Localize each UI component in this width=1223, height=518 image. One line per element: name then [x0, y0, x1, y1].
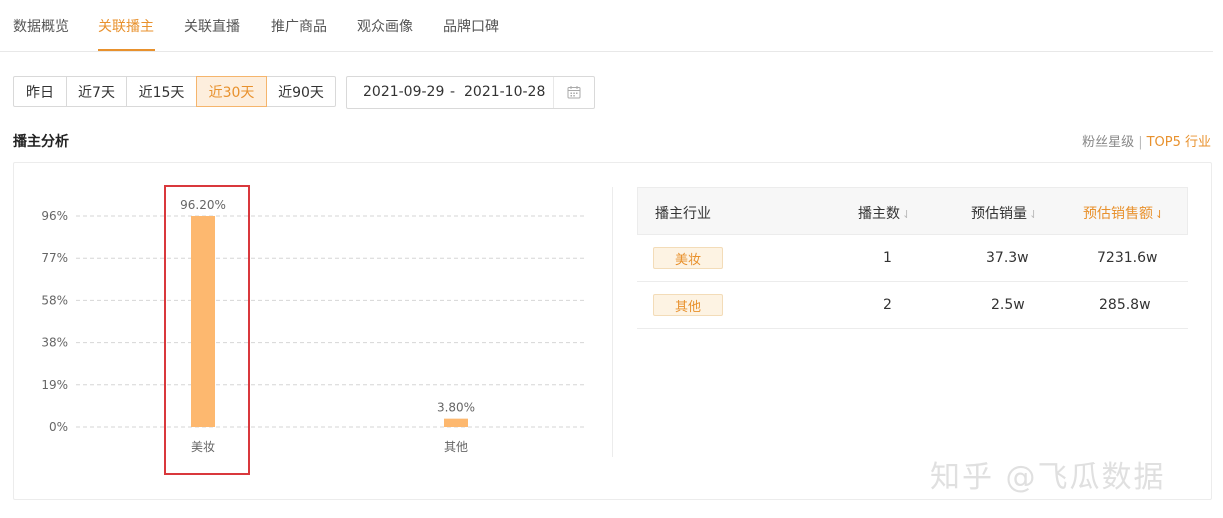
sort-down-icon[interactable]: ⇃ — [1155, 208, 1164, 221]
y-tick-label: 0% — [49, 420, 68, 434]
sort-down-icon[interactable]: ⇃ — [902, 208, 911, 221]
x-tick-label: 其他 — [444, 440, 468, 454]
table-header: 播主行业 播主数 ⇃ 预估销量 ⇃ 预估销售额 ⇃ — [637, 187, 1188, 235]
watermark-text: 知乎 @飞瓜数据 — [930, 460, 1166, 495]
section-links: 粉丝星级 | TOP5 行业 — [1082, 131, 1211, 150]
nav-tabs: 数据概览 关联播主 关联直播 推广商品 观众画像 品牌口碑 — [0, 0, 1213, 52]
date-start[interactable]: 2021-09-29 — [363, 84, 444, 100]
tab-promoted-products[interactable]: 推广商品 — [271, 16, 327, 36]
streamer-analysis-panel: 96% 77% 58% 38% 19% 0% 96.20% 美妆 3.80% 其他 播主行业 播主… — [13, 162, 1212, 500]
table-row: 其他 2 2.5w 285.8w — [637, 282, 1188, 329]
industry-bar-chart: 96% 77% 58% 38% 19% 0% 96.20% 美妆 3.80% 其他 — [14, 163, 612, 499]
row-volume: 2.5w — [991, 297, 1025, 313]
range-yesterday-button[interactable]: 昨日 — [13, 76, 67, 107]
header-sales-label: 预估销售额 — [1083, 206, 1153, 222]
header-count-label: 播主数 — [858, 206, 900, 222]
header-count[interactable]: 播主数 ⇃ — [858, 203, 911, 223]
row-sales: 285.8w — [1099, 297, 1151, 313]
row-count: 2 — [883, 297, 892, 313]
y-tick-label: 19% — [41, 378, 68, 392]
range-90d-button[interactable]: 近90天 — [266, 76, 336, 107]
sort-down-icon[interactable]: ⇃ — [1029, 208, 1038, 221]
header-volume[interactable]: 预估销量 ⇃ — [971, 203, 1038, 223]
bar — [444, 418, 468, 427]
row-volume: 37.3w — [986, 250, 1029, 266]
date-end[interactable]: 2021-10-28 — [464, 84, 545, 100]
range-7d-button[interactable]: 近7天 — [66, 76, 127, 107]
header-volume-label: 预估销量 — [971, 206, 1027, 222]
row-count: 1 — [883, 250, 892, 266]
tab-brand-reputation[interactable]: 品牌口碑 — [443, 16, 499, 36]
industry-table: 播主行业 播主数 ⇃ 预估销量 ⇃ 预估销售额 ⇃ 美妆 1 37.3w 7231.6… — [637, 187, 1188, 329]
date-separator: - — [450, 84, 456, 100]
date-picker-divider — [553, 77, 554, 108]
y-tick-label: 58% — [41, 293, 68, 307]
header-industry: 播主行业 — [655, 206, 711, 222]
calendar-icon[interactable] — [567, 85, 581, 99]
data-label: 3.80% — [437, 401, 475, 415]
panel-divider — [612, 187, 613, 457]
y-tick-label: 96% — [41, 209, 68, 223]
tab-overview[interactable]: 数据概览 — [13, 16, 69, 36]
tab-related-lives[interactable]: 关联直播 — [184, 16, 240, 36]
industry-tag: 其他 — [653, 294, 723, 316]
industry-tag: 美妆 — [653, 247, 723, 269]
date-range-selector: 昨日 近7天 近15天 近30天 近90天 — [13, 76, 336, 107]
tab-related-streamers[interactable]: 关联播主 — [98, 16, 154, 36]
tab-audience-profile[interactable]: 观众画像 — [357, 16, 413, 36]
active-tab-indicator — [98, 49, 155, 51]
date-picker[interactable]: 2021-09-29 - 2021-10-28 — [346, 76, 595, 109]
top5-industry-link[interactable]: TOP5 行业 — [1147, 135, 1211, 150]
section-title: 播主分析 — [13, 134, 69, 150]
chart-canvas: 96%77%58%38%19%0%96.20%美妆3.80%其他 — [41, 198, 584, 454]
y-tick-label: 38% — [41, 336, 68, 350]
header-sales[interactable]: 预估销售额 ⇃ — [1083, 203, 1164, 223]
range-15d-button[interactable]: 近15天 — [126, 76, 197, 107]
fan-star-link[interactable]: 粉丝星级 — [1082, 135, 1134, 150]
row-sales: 7231.6w — [1097, 250, 1158, 266]
table-row: 美妆 1 37.3w 7231.6w — [637, 235, 1188, 282]
highlight-box — [164, 185, 250, 475]
y-tick-label: 77% — [41, 251, 68, 265]
link-separator: | — [1138, 135, 1143, 150]
range-30d-button[interactable]: 近30天 — [196, 76, 267, 107]
